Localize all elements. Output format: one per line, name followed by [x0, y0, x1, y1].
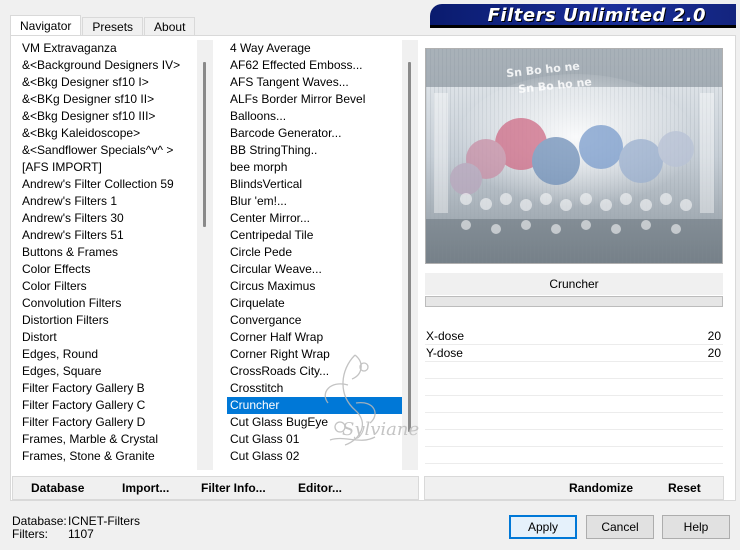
cancel-button[interactable]: Cancel	[586, 515, 654, 539]
category-item[interactable]: Filter Factory Gallery C	[19, 397, 201, 414]
category-item[interactable]: Distort	[19, 329, 201, 346]
param-row-empty	[425, 379, 723, 396]
filters-count-value: 1107	[68, 527, 94, 541]
filter-item[interactable]: Circus Maximus	[227, 278, 403, 295]
category-item[interactable]: Buttons & Frames	[19, 244, 201, 261]
editor-button[interactable]: Editor...	[298, 481, 342, 495]
param-name: Y-dose	[426, 346, 463, 360]
filter-item[interactable]: ALFs Border Mirror Bevel	[227, 91, 403, 108]
apply-button[interactable]: Apply	[509, 515, 577, 539]
category-item[interactable]: Andrew's Filter Collection 59	[19, 176, 201, 193]
category-scroll-thumb[interactable]	[203, 62, 206, 227]
filter-info-button[interactable]: Filter Info...	[201, 481, 266, 495]
category-item[interactable]: Frames, Stone & Granite	[19, 448, 201, 465]
filter-item[interactable]: Center Mirror...	[227, 210, 403, 227]
reset-button[interactable]: Reset	[668, 481, 701, 495]
category-item[interactable]: &<Sandflower Specials^v^ >	[19, 142, 201, 159]
category-item[interactable]: &<Bkg Kaleidoscope>	[19, 125, 201, 142]
tab-presets[interactable]: Presets	[82, 17, 144, 36]
tab-navigator[interactable]: Navigator	[10, 15, 82, 37]
database-button[interactable]: Database	[31, 481, 84, 495]
category-item[interactable]: VM Extravaganza	[19, 40, 201, 57]
filter-list[interactable]: 4 Way Average AF62 Effected Emboss... AFS …	[227, 40, 403, 470]
category-item[interactable]: Edges, Round	[19, 346, 201, 363]
filter-item[interactable]: Cut Glass 01	[227, 431, 403, 448]
param-row-empty	[425, 430, 723, 447]
filter-item[interactable]: CrossRoads City...	[227, 363, 403, 380]
filter-item[interactable]: 4 Way Average	[227, 40, 403, 57]
category-item[interactable]: Color Effects	[19, 261, 201, 278]
help-button[interactable]: Help	[662, 515, 730, 539]
import-button[interactable]: Import...	[122, 481, 169, 495]
selected-filter-name: Cruncher	[425, 273, 723, 295]
filter-item[interactable]: Blur 'em!...	[227, 193, 403, 210]
param-row-empty	[425, 447, 723, 464]
progress-bar	[425, 296, 723, 307]
category-item[interactable]: Andrew's Filters 51	[19, 227, 201, 244]
filter-item[interactable]: Circular Weave...	[227, 261, 403, 278]
filter-item[interactable]: BB StringThing..	[227, 142, 403, 159]
title-banner: Filters Unlimited 2.0	[430, 4, 736, 28]
parameter-toolbar: Randomize Reset	[424, 476, 724, 500]
category-list-scrollbar[interactable]	[197, 40, 213, 470]
param-row-y-dose[interactable]: Y-dose 20	[425, 345, 723, 362]
filter-item[interactable]: Cut Glass BugEye	[227, 414, 403, 431]
randomize-button[interactable]: Randomize	[569, 481, 633, 495]
filter-scroll-thumb[interactable]	[408, 62, 411, 432]
category-item[interactable]: Filter Factory Gallery B	[19, 380, 201, 397]
category-item[interactable]: Edges, Square	[19, 363, 201, 380]
filter-item[interactable]: Balloons...	[227, 108, 403, 125]
category-item[interactable]: Andrew's Filters 30	[19, 210, 201, 227]
category-item[interactable]: Andrew's Filters 1	[19, 193, 201, 210]
category-item[interactable]: &<Bkg Designer sf10 III>	[19, 108, 201, 125]
tab-about[interactable]: About	[144, 17, 196, 36]
category-item[interactable]: Distortion Filters	[19, 312, 201, 329]
category-item[interactable]: [AFS IMPORT]	[19, 159, 201, 176]
param-row-empty	[425, 396, 723, 413]
preview-image: Sn Bo ho ne Sn Bo ho ne	[425, 48, 723, 264]
category-item[interactable]: &<BKg Designer sf10 II>	[19, 91, 201, 108]
filter-item[interactable]: Corner Right Wrap	[227, 346, 403, 363]
param-row-x-dose[interactable]: X-dose 20	[425, 328, 723, 345]
category-list[interactable]: VM Extravaganza &<Background Designers IV…	[19, 40, 201, 470]
database-info: Database: ICNET-Filters Filters: 1107	[12, 515, 140, 541]
filters-count-label: Filters:	[12, 527, 48, 541]
tab-strip: Navigator Presets About	[10, 14, 196, 37]
param-row-empty	[425, 413, 723, 430]
filter-list-scrollbar[interactable]	[402, 40, 418, 470]
filter-item[interactable]: Corner Half Wrap	[227, 329, 403, 346]
filter-item[interactable]: Crosstitch	[227, 380, 403, 397]
parameter-list: X-dose 20 Y-dose 20	[425, 328, 723, 468]
category-item[interactable]: Convolution Filters	[19, 295, 201, 312]
filter-item[interactable]: bee morph	[227, 159, 403, 176]
param-value: 20	[707, 346, 721, 360]
param-row-empty	[425, 362, 723, 379]
category-item[interactable]: Frames, Marble & Crystal	[19, 431, 201, 448]
filter-item[interactable]: Barcode Generator...	[227, 125, 403, 142]
banner-title: Filters Unlimited 2.0	[487, 5, 706, 26]
filter-item[interactable]: Cirquelate	[227, 295, 403, 312]
filter-item[interactable]: Circle Pede	[227, 244, 403, 261]
filter-item[interactable]: Cut Glass 02	[227, 448, 403, 465]
filter-item[interactable]: Convergance	[227, 312, 403, 329]
filter-item[interactable]: Centripedal Tile	[227, 227, 403, 244]
filter-item[interactable]: BlindsVertical	[227, 176, 403, 193]
category-item[interactable]: &<Background Designers IV>	[19, 57, 201, 74]
navigator-toolbar: Database Import... Filter Info... Editor…	[12, 476, 419, 500]
category-item[interactable]: Color Filters	[19, 278, 201, 295]
param-name: X-dose	[426, 329, 465, 343]
filter-item[interactable]: Cruncher	[227, 397, 403, 414]
param-value: 20	[707, 329, 721, 343]
category-item[interactable]: &<Bkg Designer sf10 I>	[19, 74, 201, 91]
filter-item[interactable]: AFS Tangent Waves...	[227, 74, 403, 91]
category-item[interactable]: Filter Factory Gallery D	[19, 414, 201, 431]
filter-item[interactable]: AF62 Effected Emboss...	[227, 57, 403, 74]
